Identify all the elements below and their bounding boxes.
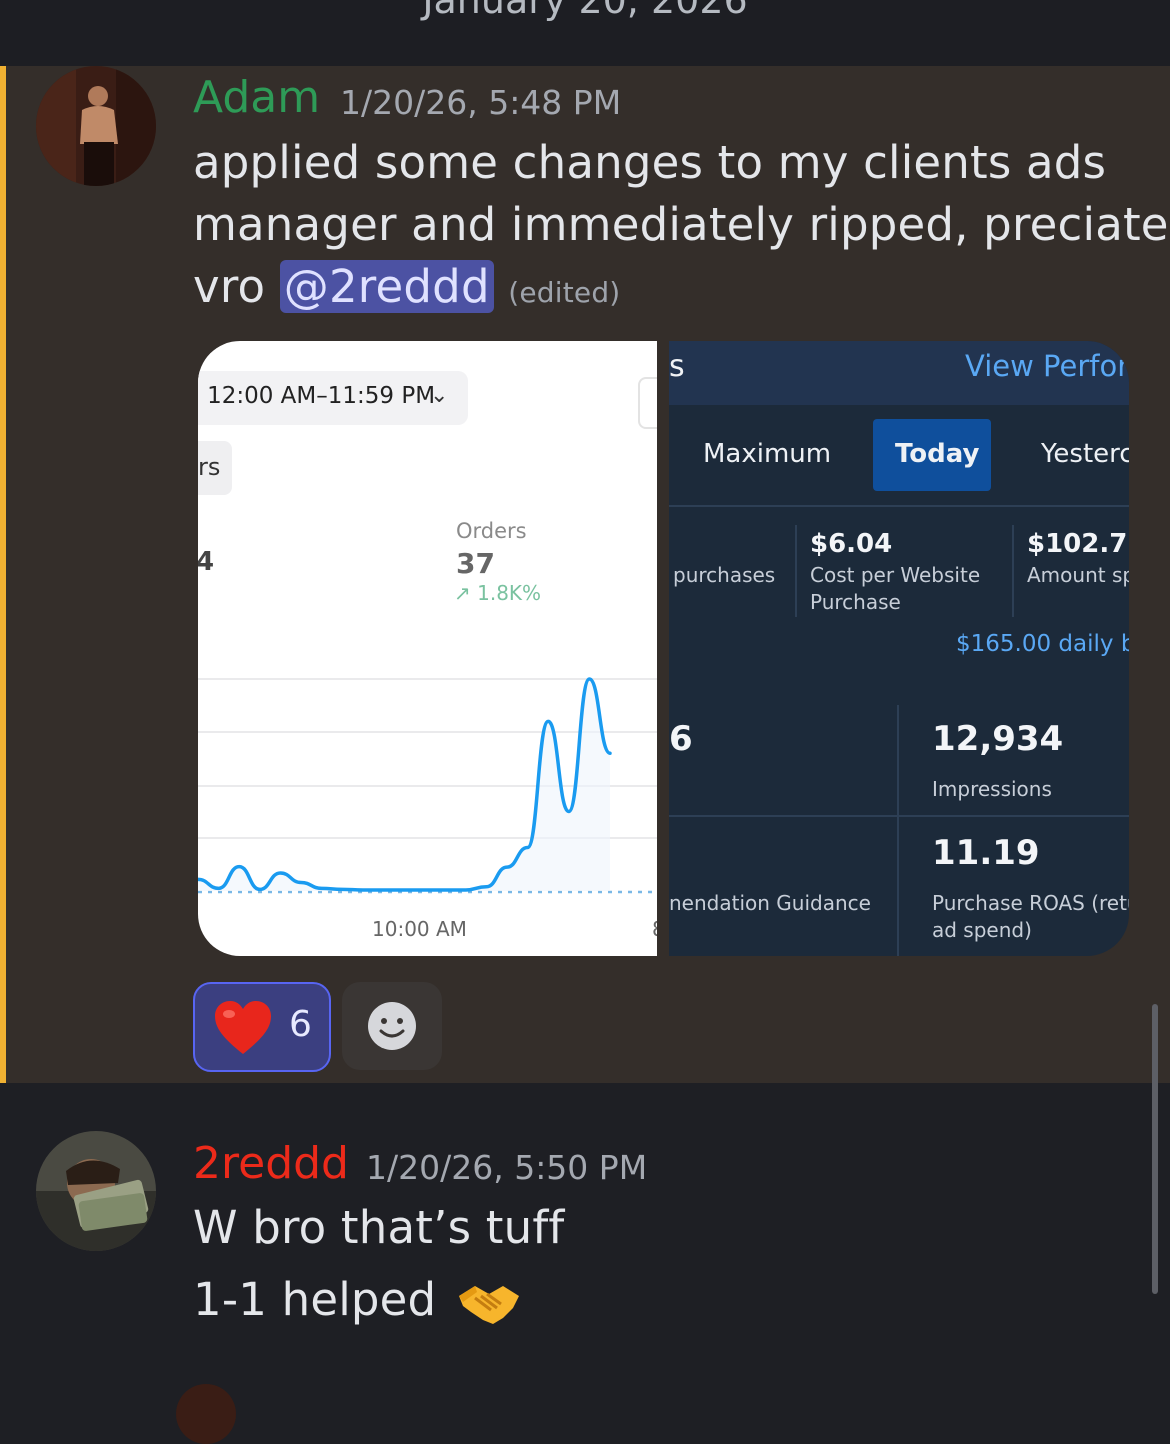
tab-today[interactable]: Today	[895, 439, 979, 469]
view-performance-link[interactable]: View Perfor	[965, 349, 1129, 383]
add-reaction-icon	[368, 1002, 416, 1050]
stat-cost-per-purchase-label-2: Purchase	[810, 590, 901, 614]
mention-highlight-bar	[0, 66, 6, 1083]
username-adam[interactable]: Adam	[193, 72, 320, 123]
message-line-with-mention: vro @2reddd (edited)	[193, 260, 620, 313]
reaction-heart-button[interactable]: 6	[193, 982, 331, 1072]
avatar-partial[interactable]	[176, 1384, 236, 1444]
stat-amount-spent-label: Amount sp	[1027, 563, 1129, 587]
username-2reddd[interactable]: 2reddd	[193, 1138, 349, 1189]
avatar-2reddd[interactable]	[36, 1131, 156, 1251]
stat-purchases-label: purchases	[673, 563, 776, 587]
handshake-emoji	[458, 1286, 519, 1324]
recommendation-guidance-label: nendation Guidance	[669, 891, 871, 915]
roas-value: 11.19	[932, 833, 1040, 873]
heart-emoji	[215, 1001, 271, 1054]
x-axis-tick-label-partial: 8	[652, 917, 657, 941]
image-attachment-ads-manager[interactable]: s View Perfor Maximum Today Yesterc purc…	[669, 341, 1129, 956]
message-text: 1-1 helped	[193, 1273, 437, 1326]
x-axis-tick-label: 10:00 AM	[372, 917, 467, 941]
divider	[795, 525, 797, 617]
date-divider: January 20, 2026	[0, 0, 1170, 66]
scrollbar[interactable]	[1152, 1004, 1158, 1294]
roas-label-2: ad spend)	[932, 918, 1032, 942]
orders-line-chart	[198, 677, 657, 894]
divider	[897, 705, 899, 956]
reaction-count: 6	[289, 1004, 312, 1045]
roas-label: Purchase ROAS (retu	[932, 891, 1129, 915]
divider	[669, 815, 1129, 817]
edited-label: (edited)	[508, 276, 621, 309]
avatar-adam[interactable]	[36, 66, 156, 186]
impressions-label: Impressions	[932, 777, 1052, 801]
message-text: vro	[193, 260, 280, 313]
stat-amount-spent-value: $102.75	[1027, 529, 1129, 559]
message-line: applied some changes to my clients ads	[193, 136, 1107, 189]
metric-value-partial: 6	[669, 719, 693, 759]
stat-cost-per-purchase-label: Cost per Website	[810, 563, 981, 587]
date-divider-text: January 20, 2026	[422, 0, 748, 22]
tab-maximum[interactable]: Maximum	[703, 439, 831, 469]
tab-yesterday[interactable]: Yesterc	[1041, 439, 1129, 469]
divider	[669, 505, 1129, 507]
image-attachment-orders-chart[interactable]: : 12:00 AM–11:59 PM ⌄ rs 4 Orders 37 ↗ 1…	[198, 341, 657, 956]
header-title-partial: s	[669, 349, 685, 384]
divider	[1012, 525, 1014, 617]
timestamp: 1/20/26, 5:48 PM	[340, 83, 622, 122]
message-line: W bro that’s tuff	[193, 1201, 565, 1254]
message-line: manager and immediately ripped, preciate…	[193, 198, 1170, 251]
daily-budget-link[interactable]: $165.00 daily bu	[956, 631, 1129, 657]
timestamp: 1/20/26, 5:50 PM	[366, 1148, 648, 1187]
add-reaction-button[interactable]	[342, 982, 442, 1070]
user-mention[interactable]: @2reddd	[279, 260, 494, 313]
impressions-value: 12,934	[932, 719, 1064, 759]
message-line-with-emoji: 1-1 helped	[193, 1273, 521, 1328]
series-area	[198, 679, 610, 891]
stat-cost-per-purchase-value: $6.04	[810, 529, 893, 559]
